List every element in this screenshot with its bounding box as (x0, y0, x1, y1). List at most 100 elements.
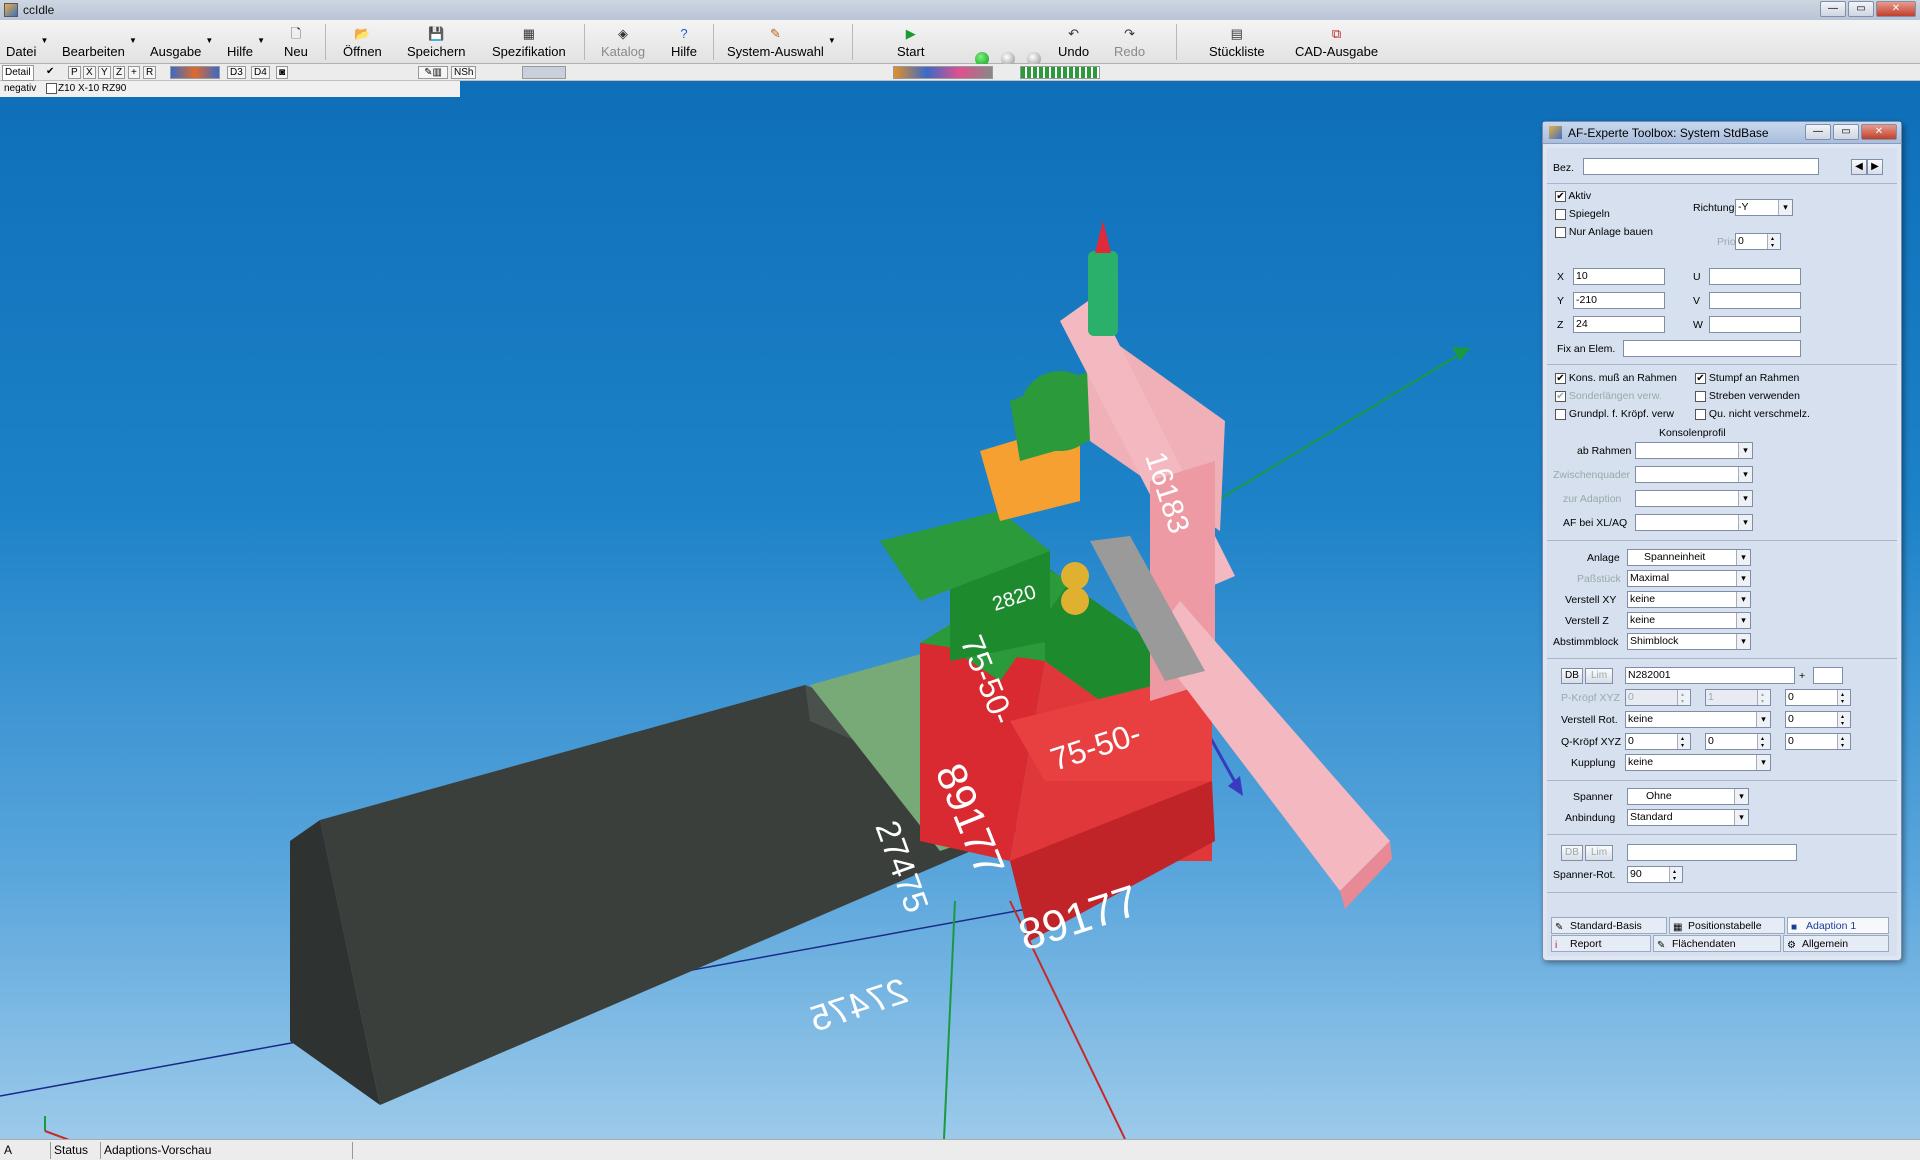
ab-rahmen-select[interactable] (1635, 442, 1753, 459)
edit-icons[interactable]: ✎▥ (418, 66, 448, 79)
tab-flaechendaten[interactable]: ✎ Flächendaten (1653, 935, 1781, 952)
n-number-input[interactable]: N282001 (1625, 667, 1795, 684)
spanner-select[interactable]: Ohne (1627, 788, 1749, 805)
menu-hilfe[interactable]: Hilfe ▼ (227, 22, 265, 62)
view-plus-button[interactable]: + (128, 66, 140, 79)
neu-button[interactable]: 🗋 Neu (284, 22, 308, 62)
verstell-rot-stepper[interactable]: 0 (1785, 711, 1851, 728)
tab-positionstabelle[interactable]: ▦ Positionstabelle (1669, 917, 1785, 934)
p-kroepf-y-stepper[interactable]: 1 (1705, 689, 1771, 706)
z-input[interactable]: 24 (1573, 316, 1665, 333)
spezifikation-button[interactable]: ▦ Spezifikation (492, 22, 566, 62)
prev-arrow-button[interactable]: ◀ (1851, 159, 1867, 175)
zwischenquader-select[interactable] (1635, 466, 1753, 483)
verstell-rot-select[interactable]: keine (1625, 711, 1771, 728)
menu-datei[interactable]: Datei ▼ (6, 22, 48, 62)
hilfe-button[interactable]: ? Hilfe (671, 22, 697, 62)
kons-rahmen-checkbox[interactable]: ✔ Kons. muß an Rahmen (1555, 371, 1677, 385)
toolbox-maximize-button[interactable]: ▭ (1833, 124, 1859, 140)
view-z-button[interactable]: Z (113, 66, 126, 79)
checkmark-icon[interactable]: ✔ (44, 66, 56, 79)
anlage-select[interactable]: Spanneinheit (1627, 549, 1751, 566)
tab-standard-basis[interactable]: ✎ Standard-Basis (1551, 917, 1667, 934)
app-icon (4, 3, 18, 17)
view-p-button[interactable]: P (68, 66, 81, 79)
q-kroepf-x-stepper[interactable]: 0 (1625, 733, 1691, 750)
status-vorschau: Adaptions-Vorschau (104, 1143, 212, 1157)
layer-buttons[interactable] (1020, 66, 1100, 79)
verstell-xy-select[interactable]: keine (1627, 591, 1751, 608)
w-input[interactable] (1709, 316, 1801, 333)
oeffnen-button[interactable]: 📂 Öffnen (343, 22, 382, 62)
nur-anlage-checkbox[interactable]: Nur Anlage bauen (1555, 225, 1653, 239)
db-button[interactable]: DB (1561, 668, 1583, 684)
shading-buttons[interactable] (170, 66, 220, 79)
q-kroepf-z-stepper[interactable]: 0 (1785, 733, 1851, 750)
anbindung-select[interactable]: Standard (1627, 809, 1749, 826)
toolbox-title-bar[interactable]: AF-Experte Toolbox: System StdBase — ▭ ✕ (1543, 122, 1901, 144)
cad-ausgabe-button[interactable]: ⧉ CAD-Ausgabe (1295, 22, 1378, 62)
lim2-button[interactable]: Lim (1585, 845, 1613, 861)
toolbox-minimize-button[interactable]: — (1805, 124, 1831, 140)
detail-label[interactable]: Detail (2, 65, 34, 81)
menu-bearbeiten[interactable]: Bearbeiten ▼ (62, 22, 137, 62)
bez-input[interactable] (1583, 158, 1819, 175)
prio-stepper[interactable]: 0 (1735, 233, 1781, 250)
stueckliste-button[interactable]: ▤ Stückliste (1209, 22, 1265, 62)
start-button[interactable]: ▶ Start (897, 22, 924, 62)
status-label: Status (54, 1143, 89, 1157)
view-nsh-button[interactable]: NSh (451, 66, 477, 79)
q-kroepf-y-stepper[interactable]: 0 (1705, 733, 1771, 750)
v-input[interactable] (1709, 292, 1801, 309)
view-x-button[interactable]: X (83, 66, 96, 79)
render-mode-buttons[interactable] (893, 66, 993, 79)
x-input[interactable]: 10 (1573, 268, 1665, 285)
view-y-button[interactable]: Y (98, 66, 111, 79)
plus-input[interactable] (1813, 667, 1843, 684)
toolbox-close-button[interactable]: ✕ (1861, 124, 1897, 140)
redo-button[interactable]: ↷ Redo (1114, 22, 1145, 62)
streben-checkbox[interactable]: Streben verwenden (1695, 389, 1800, 403)
abstimmblock-select[interactable]: Shimblock (1627, 633, 1751, 650)
tab-adaption[interactable]: ■ Adaption 1 (1787, 917, 1889, 934)
next-arrow-button[interactable]: ▶ (1867, 159, 1883, 175)
view-d3-button[interactable]: D3 (227, 66, 246, 79)
grundpl-checkbox[interactable]: Grundpl. f. Kröpf. verw (1555, 407, 1674, 421)
menu-ausgabe[interactable]: Ausgabe ▼ (150, 22, 213, 62)
p-kroepf-z-stepper[interactable]: 0 (1785, 689, 1851, 706)
verstell-z-select[interactable]: keine (1627, 612, 1751, 629)
anbindung-label: Anbindung (1565, 812, 1616, 824)
undo-button[interactable]: ↶ Undo (1058, 22, 1089, 62)
spanner-code-input[interactable] (1627, 844, 1797, 861)
katalog-button[interactable]: ◈ Katalog (601, 22, 645, 62)
tab-allgemein[interactable]: ⚙ Allgemein (1783, 935, 1889, 952)
passstueck-select[interactable]: Maximal (1627, 570, 1751, 587)
aktiv-checkbox[interactable]: ✔ Aktiv (1555, 189, 1591, 203)
zur-adaption-select[interactable] (1635, 490, 1753, 507)
minimize-button[interactable]: — (1820, 1, 1846, 17)
maximize-button[interactable]: ▭ (1848, 1, 1874, 17)
db2-button[interactable]: DB (1561, 845, 1583, 861)
speichern-button[interactable]: 💾 Speichern (407, 22, 466, 62)
p-kroepf-x-stepper[interactable]: 0 (1625, 689, 1691, 706)
system-auswahl-button[interactable]: ✎ System-Auswahl ▼ (727, 22, 836, 62)
fix-an-elem-input[interactable] (1623, 340, 1801, 357)
disabled-icons (522, 66, 566, 79)
sonderlaengen-checkbox[interactable]: ✔ Sonderlängen verw. (1555, 389, 1662, 403)
af-xl-select[interactable] (1635, 514, 1753, 531)
view-r-button[interactable]: R (143, 66, 157, 79)
richtung-select[interactable]: -Y (1735, 199, 1793, 216)
view-d4-button[interactable]: D4 (251, 66, 270, 79)
spiegeln-checkbox[interactable]: Spiegeln (1555, 207, 1610, 221)
qu-nicht-checkbox[interactable]: Qu. nicht verschmelz. (1695, 407, 1810, 421)
camera-icon[interactable]: ◙ (276, 66, 289, 79)
y-input[interactable]: -210 (1573, 292, 1665, 309)
stumpf-checkbox[interactable]: ✔ Stumpf an Rahmen (1695, 371, 1799, 385)
close-button[interactable]: ✕ (1876, 1, 1916, 17)
tab-report[interactable]: i Report (1551, 935, 1651, 952)
u-input[interactable] (1709, 268, 1801, 285)
kupplung-select[interactable]: keine (1625, 754, 1771, 771)
lim-button[interactable]: Lim (1585, 668, 1613, 684)
spanner-rot-stepper[interactable]: 90 (1627, 866, 1683, 883)
plus-label[interactable]: + (1799, 669, 1805, 683)
